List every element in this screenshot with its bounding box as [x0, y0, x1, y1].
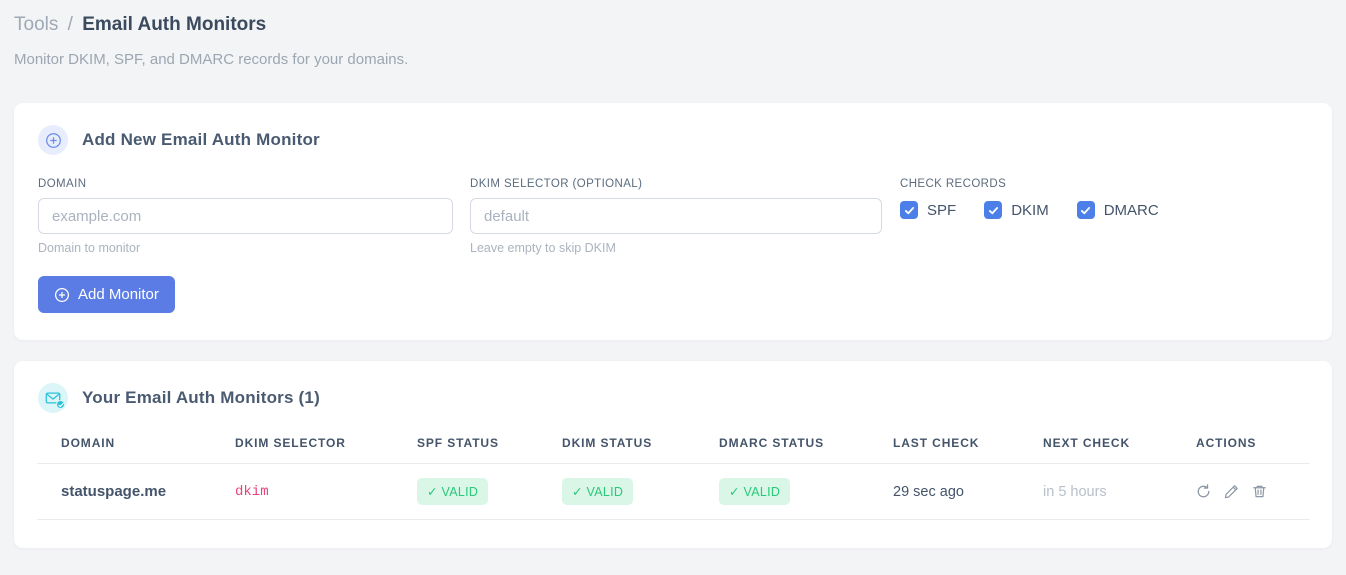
- checkbox-dmarc-label: DMARC: [1103, 201, 1159, 219]
- col-header-actions: ACTIONS: [1172, 434, 1310, 464]
- add-monitor-card: Add New Email Auth Monitor DOMAIN Domain…: [14, 103, 1332, 340]
- checkbox-check-icon: [900, 201, 918, 219]
- breadcrumb-tools-link[interactable]: Tools: [14, 14, 58, 35]
- dkim-status-badge: ✓ VALID: [562, 478, 634, 505]
- checkbox-check-icon: [984, 201, 1003, 219]
- add-card-title: Add New Email Auth Monitor: [82, 130, 320, 149]
- cell-spf-status: ✓ VALID: [393, 463, 538, 520]
- dkim-selector-label: DKIM SELECTOR (OPTIONAL): [470, 178, 643, 190]
- add-monitor-button[interactable]: Add Monitor: [38, 276, 175, 313]
- dmarc-status-badge: ✓ VALID: [719, 478, 791, 505]
- col-header-last-check: LAST CHECK: [869, 434, 1019, 464]
- cell-domain: statuspage.me: [37, 463, 211, 520]
- breadcrumb-separator: /: [67, 14, 73, 35]
- check-dot-icon: [56, 400, 65, 409]
- col-header-spf-status: SPF STATUS: [393, 434, 538, 464]
- page-title: Email Auth Monitors: [82, 14, 267, 35]
- envelope-check-icon: [38, 383, 68, 413]
- col-header-next-check: NEXT CHECK: [1019, 434, 1172, 464]
- dkim-selector-input[interactable]: [470, 198, 882, 234]
- col-header-domain: DOMAIN: [37, 434, 211, 464]
- refresh-button[interactable]: [1196, 484, 1211, 499]
- page-subtitle: Monitor DKIM, SPF, and DMARC records for…: [14, 51, 409, 68]
- add-monitor-button-label: Add Monitor: [78, 286, 159, 303]
- cell-next-check: in 5 hours: [1019, 463, 1172, 520]
- checkbox-spf[interactable]: SPF: [900, 201, 956, 219]
- checkbox-check-icon: [1076, 201, 1095, 219]
- checkbox-spf-label: SPF: [927, 201, 957, 219]
- cell-dkim-selector: dkim: [211, 463, 393, 520]
- domain-field-group: DOMAIN Domain to monitor: [38, 178, 453, 255]
- dkim-selector-help-text: Leave empty to skip DKIM: [470, 241, 616, 255]
- edit-pencil-button[interactable]: [1224, 484, 1239, 499]
- domain-label: DOMAIN: [38, 178, 87, 190]
- table-row: statuspage.me dkim ✓ VALID ✓ VALID ✓ VAL…: [37, 463, 1310, 520]
- checkbox-dmarc[interactable]: DMARC: [1076, 201, 1159, 219]
- domain-input[interactable]: [38, 198, 453, 234]
- cell-last-check: 29 sec ago: [869, 463, 1019, 520]
- check-records-options: SPF DKIM DMARC: [900, 201, 1187, 219]
- cell-dmarc-status: ✓ VALID: [695, 463, 869, 520]
- breadcrumb: Tools / Email Auth Monitors: [14, 13, 1332, 36]
- dkim-selector-field-group: DKIM SELECTOR (OPTIONAL) Leave empty to …: [470, 178, 882, 255]
- monitors-table: DOMAIN DKIM SELECTOR SPF STATUS DKIM STA…: [37, 434, 1310, 520]
- checkbox-dkim[interactable]: DKIM: [984, 201, 1049, 219]
- monitors-card-title: Your Email Auth Monitors (1): [82, 388, 320, 407]
- monitors-card: Your Email Auth Monitors (1) DOMAIN DKIM…: [14, 361, 1332, 548]
- domain-help-text: Domain to monitor: [38, 241, 141, 255]
- add-monitor-form: DOMAIN Domain to monitor DKIM SELECTOR (…: [38, 178, 1308, 255]
- add-card-header: Add New Email Auth Monitor: [38, 125, 1308, 155]
- check-records-group: CHECK RECORDS SPF DKIM DMARC: [900, 178, 1187, 255]
- cell-actions: [1172, 463, 1310, 520]
- check-records-label: CHECK RECORDS: [900, 178, 1007, 190]
- checkbox-dkim-label: DKIM: [1011, 201, 1049, 219]
- page: Tools / Email Auth Monitors Monitor DKIM…: [0, 0, 1346, 548]
- col-header-dkim-status: DKIM STATUS: [538, 434, 695, 464]
- cell-dkim-status: ✓ VALID: [538, 463, 695, 520]
- plus-circle-icon: [38, 125, 68, 155]
- delete-trash-button[interactable]: [1252, 484, 1267, 499]
- spf-status-badge: ✓ VALID: [417, 478, 489, 505]
- plus-circle-icon: [54, 287, 70, 303]
- table-header-row: DOMAIN DKIM SELECTOR SPF STATUS DKIM STA…: [37, 434, 1310, 464]
- monitors-card-header: Your Email Auth Monitors (1): [14, 383, 1332, 413]
- col-header-dkim-selector: DKIM SELECTOR: [211, 434, 393, 464]
- col-header-dmarc-status: DMARC STATUS: [695, 434, 869, 464]
- row-actions: [1196, 484, 1310, 499]
